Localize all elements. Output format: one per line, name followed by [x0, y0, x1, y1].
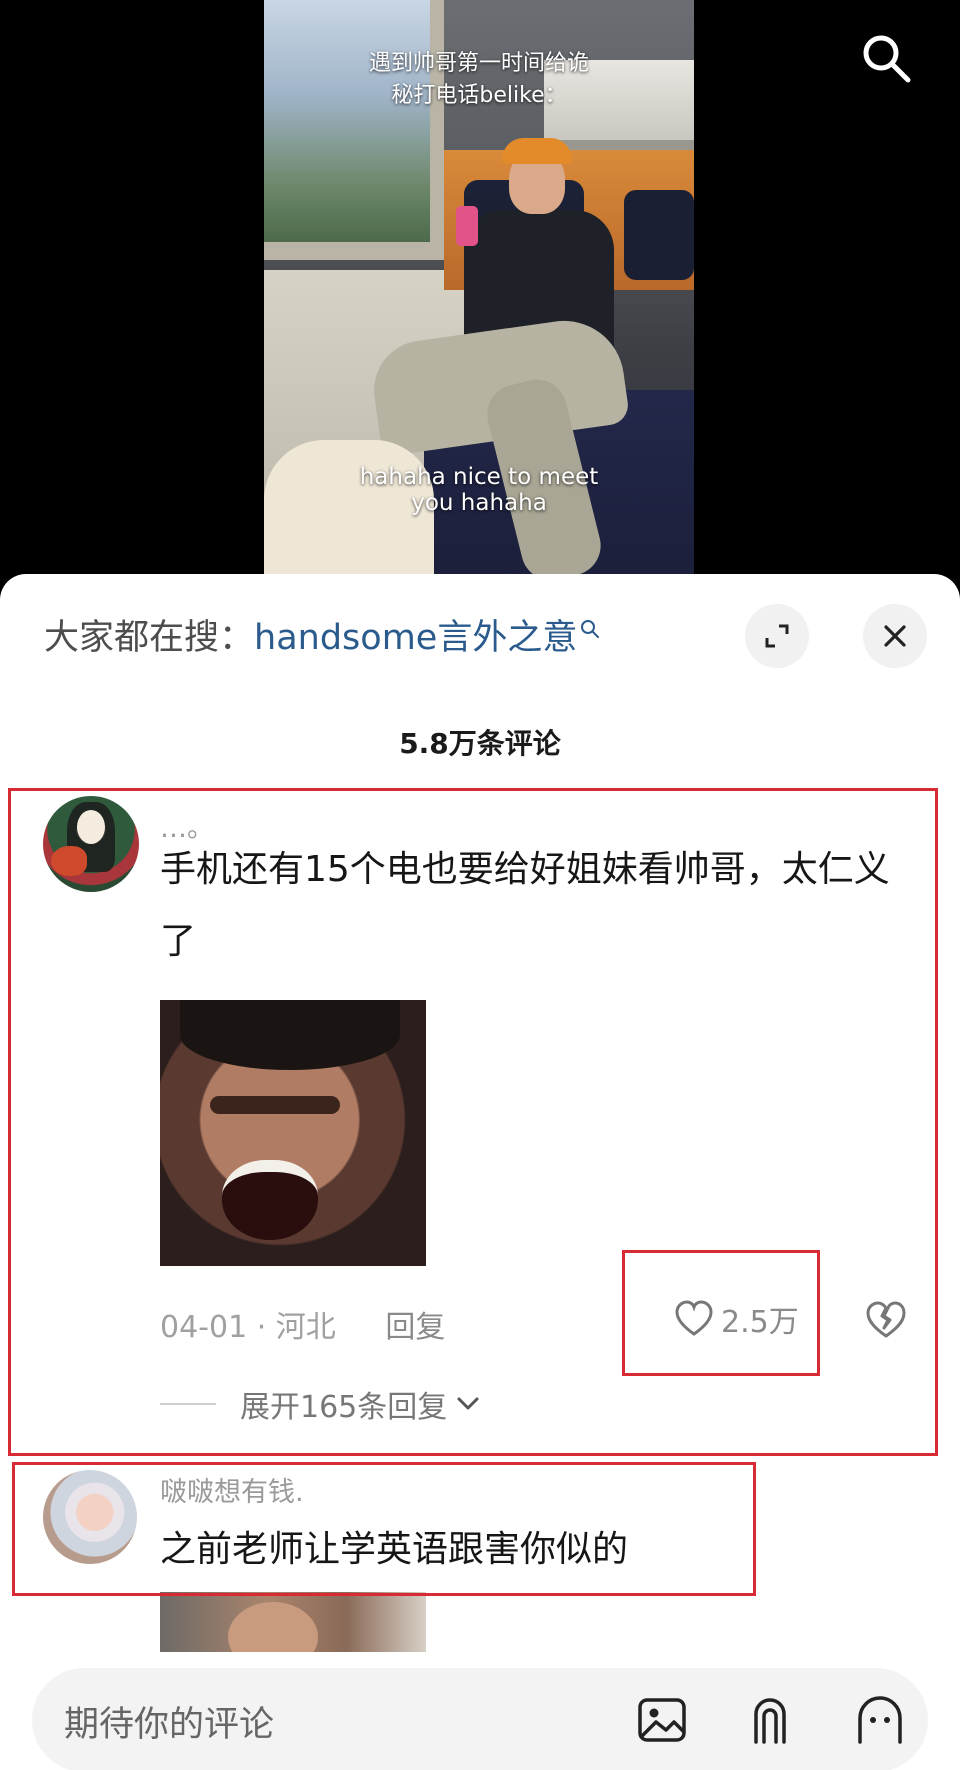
- at-icon: [754, 1698, 786, 1744]
- search-button[interactable]: [858, 30, 914, 86]
- dislike-button[interactable]: [864, 1298, 908, 1342]
- like-count: 2.5万: [721, 1305, 799, 1340]
- comment-input-bar[interactable]: 期待你的评论: [32, 1668, 928, 1770]
- expand-replies-button[interactable]: 展开165条回复: [160, 1382, 483, 1426]
- emoji-icon: [858, 1696, 902, 1744]
- avatar-fox: [51, 846, 87, 876]
- reply-button[interactable]: 回复: [385, 1310, 445, 1345]
- person-cap: [502, 138, 572, 164]
- train-seat: [624, 190, 694, 280]
- hot-search[interactable]: 大家都在搜：handsome言外之意: [44, 610, 601, 666]
- caption-line: 遇到帅哥第一时间给诡: [368, 51, 589, 76]
- comment-image[interactable]: [160, 1000, 426, 1266]
- heart-icon: [675, 1300, 713, 1336]
- video-player[interactable]: 遇到帅哥第一时间给诡 秘打电话belike： hahaha nice to me…: [0, 0, 960, 590]
- comment-sheet: 大家都在搜：handsome言外之意 5.8万条评论 …。 手机还有15个电也要…: [0, 574, 960, 1770]
- caption-line: 秘打电话belike：: [391, 83, 567, 108]
- image-mouth: [222, 1160, 318, 1240]
- video-caption-top: 遇到帅哥第一时间给诡 秘打电话belike：: [264, 48, 694, 112]
- expand-icon: [765, 624, 789, 648]
- comment-date-location: 04-01 · 河北: [160, 1310, 336, 1345]
- username[interactable]: 啵啵想有钱.: [160, 1470, 304, 1509]
- comment-meta: 04-01 · 河北 回复: [160, 1302, 445, 1346]
- comment-input[interactable]: 期待你的评论: [64, 1696, 274, 1747]
- avatar-face: [77, 810, 105, 844]
- close-icon: [884, 625, 906, 647]
- image-button[interactable]: [634, 1692, 690, 1748]
- caption-line: hahaha nice to meet: [359, 464, 599, 490]
- caption-line: you hahaha: [411, 490, 547, 516]
- image-icon: [638, 1698, 686, 1742]
- video-caption-bottom: hahaha nice to meet you hahaha: [264, 464, 694, 516]
- hot-search-term[interactable]: handsome言外之意: [254, 618, 577, 658]
- search-icon: [863, 35, 911, 83]
- train-window: [264, 0, 444, 260]
- avatar[interactable]: [43, 1470, 137, 1564]
- chevron-down-icon: [457, 1397, 479, 1410]
- close-button[interactable]: [863, 604, 927, 668]
- expand-button[interactable]: [745, 604, 809, 668]
- hot-search-label: 大家都在搜：: [44, 618, 255, 658]
- monkey-face: [228, 1602, 318, 1652]
- comment-text[interactable]: 之前老师让学英语跟害你似的: [160, 1514, 900, 1586]
- search-icon: [581, 620, 600, 638]
- avatar[interactable]: [43, 796, 139, 892]
- broken-heart-icon: [866, 1301, 906, 1338]
- image-brow: [210, 1096, 340, 1114]
- person-phone: [456, 206, 478, 246]
- comment-image[interactable]: [160, 1592, 426, 1652]
- mention-button[interactable]: [742, 1692, 798, 1748]
- comment-count: 5.8万条评论: [399, 727, 561, 760]
- like-button[interactable]: 2.5万: [673, 1292, 799, 1346]
- emoji-button[interactable]: [852, 1692, 908, 1748]
- expand-replies-label: 展开165条回复: [240, 1390, 448, 1425]
- divider-line: [160, 1403, 216, 1405]
- image-hair: [180, 1000, 400, 1070]
- comment-text[interactable]: 手机还有15个电也要给好姐妹看帅哥，太仁义了: [160, 834, 900, 978]
